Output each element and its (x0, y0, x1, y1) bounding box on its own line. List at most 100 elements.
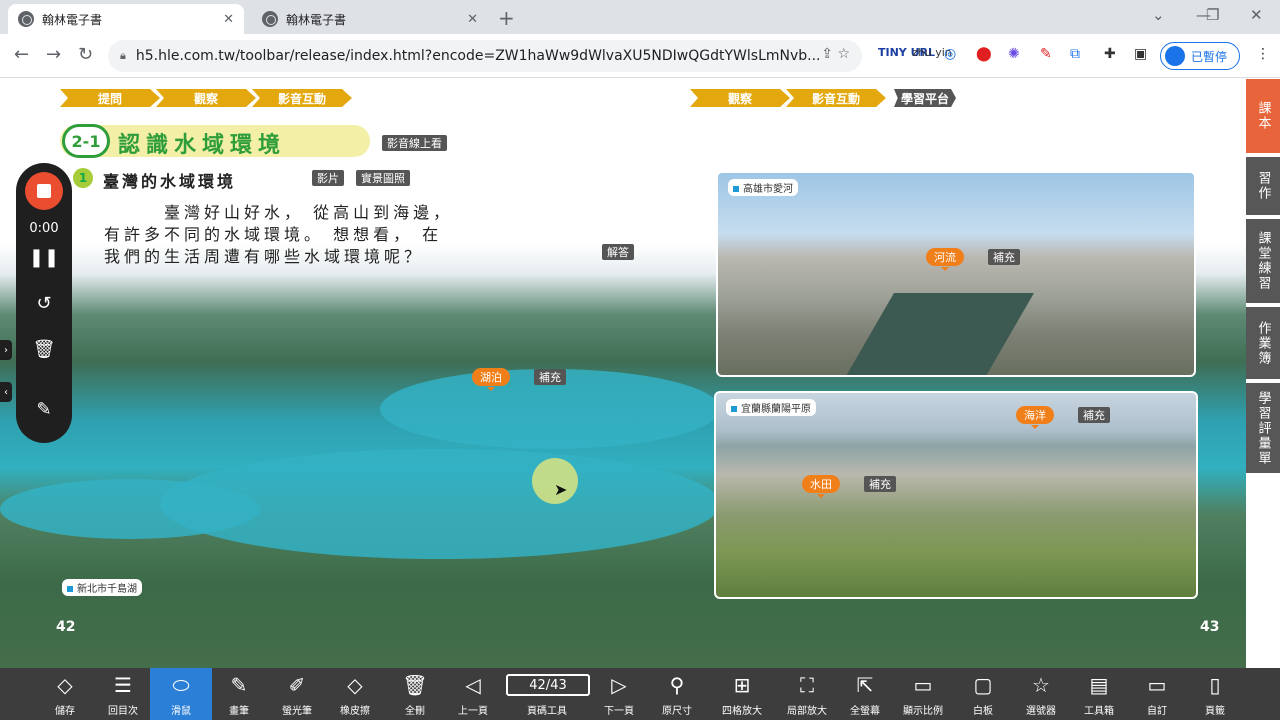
number-picker-button[interactable]: ☆ 選號器 (1010, 668, 1072, 720)
mouse-pointer-icon: ➤ (554, 480, 568, 499)
display-ratio-button[interactable]: ▭ 顯示比例 (892, 668, 954, 720)
video-tag[interactable]: 影片 (312, 170, 344, 186)
tab-title: 翰林電子書 (286, 12, 347, 27)
original-size-button[interactable]: ⚲ 原尺寸 (646, 668, 708, 720)
collapse-arrow-icon[interactable]: ‹ (0, 382, 12, 402)
nav-observe[interactable]: 觀察 (156, 89, 256, 107)
forward-arrow-icon[interactable]: → (46, 44, 61, 65)
monitor-icon: ▭ (913, 673, 933, 697)
restart-icon[interactable]: ↺ (16, 293, 72, 314)
bookmark-tab-button[interactable]: ▯ 頁籤 (1184, 668, 1246, 720)
new-tab-button[interactable]: + (498, 6, 515, 30)
lesson-video-tag[interactable]: 影音線上看 (382, 135, 447, 151)
section-title: 臺灣的水域環境 (103, 172, 237, 191)
share-star-icons[interactable]: ⇪ ☆ (821, 46, 850, 62)
side-tab-homework[interactable]: 作業簿 (1246, 307, 1280, 379)
lesson-title: 認識水域環境 (118, 133, 287, 158)
ocean-supplement-tag[interactable]: 補充 (1078, 407, 1110, 423)
browser-tab-strip: 翰林電子書 ✕ 翰林電子書 ✕ + ⌄ — ❐ ✕ (0, 0, 1280, 34)
next-page-button[interactable]: ▷ 下一頁 (588, 668, 650, 720)
nav-observe-right[interactable]: 觀察 (690, 89, 790, 107)
nav-media[interactable]: 影音互動 (252, 89, 352, 107)
prev-page-button[interactable]: ◁ 上一頁 (442, 668, 504, 720)
close-tab-icon[interactable]: ✕ (467, 12, 478, 27)
profile-button[interactable]: 已暫停 (1160, 42, 1240, 70)
highlighter-icon: ✐ (288, 673, 306, 697)
lake-pin[interactable]: 湖泊 (472, 368, 510, 391)
browser-tab-2[interactable]: 翰林電子書 ✕ (252, 4, 488, 34)
avatar (1165, 46, 1185, 66)
lake-supplement-tag[interactable]: 補充 (534, 369, 566, 385)
recording-time: 0:00 (29, 221, 59, 236)
nav-question[interactable]: 提問 (60, 89, 160, 107)
address-bar[interactable]: 🔒︎ h5.hle.com.tw/toolbar/release/index.h… (108, 40, 862, 72)
four-grid-zoom-button[interactable]: ⊞ 四格放大 (704, 668, 780, 720)
paddy-pin[interactable]: 水田 (802, 475, 840, 498)
lesson-number: 2-1 (62, 124, 110, 158)
bookmark-icon: ▯ (1209, 673, 1221, 697)
pen-tool-button[interactable]: ✎ 畫筆 (208, 668, 270, 720)
toolbox-button[interactable]: ▤ 工具箱 (1068, 668, 1130, 720)
list-icon: ☰ (114, 673, 132, 697)
star-icon: ☆ (1032, 673, 1050, 697)
lock-icon: 🔒︎ (120, 49, 126, 62)
custom-button[interactable]: ▭ 自訂 (1126, 668, 1188, 720)
restore-icon[interactable]: ❐ (1206, 6, 1219, 24)
pen-icon[interactable]: ✎ (16, 399, 72, 420)
mouse-icon: ⬭ (172, 673, 190, 697)
nav-media-right[interactable]: 影音互動 (786, 89, 886, 107)
circle-extension-icon[interactable]: ◎ (944, 46, 956, 62)
sidebar-icon[interactable]: ▣ (1134, 46, 1147, 62)
ocean-pin[interactable]: 海洋 (1016, 406, 1054, 429)
side-tab-class-practice[interactable]: 課堂練習 (1246, 219, 1280, 303)
mouse-tool-button[interactable]: ⬭ 滑鼠 (150, 668, 212, 720)
trash-icon[interactable]: 🗑︎ (16, 339, 72, 360)
opera-extension-icon[interactable]: ⬤ (976, 46, 992, 62)
translate-extension-icon[interactable]: ⧉ (1070, 46, 1080, 62)
toc-button[interactable]: ☰ 回目次 (92, 668, 154, 720)
expand-arrow-icon[interactable]: › (0, 340, 12, 360)
chevron-down-icon[interactable]: ⌄ (1152, 6, 1165, 24)
ebook-page-spread: 提問 觀察 影音互動 觀察 影音互動 學習平台 2-1 認識水域環境 影音線上看… (0, 79, 1246, 668)
ebook-toolbar: ◇ 儲存 ☰ 回目次 ⬭ 滑鼠 ✎ 畫筆 ✐ 螢光筆 ◇ 橡皮擦 🗑︎ 全刪 ◁ 上一頁 42/… (0, 668, 1280, 720)
profile-label: 已暫停 (1191, 49, 1228, 64)
eraser-shape-icon: ◇ (57, 673, 73, 697)
reload-icon[interactable]: ↻ (78, 44, 93, 65)
highlighter-button[interactable]: ✐ 螢光筆 (266, 668, 328, 720)
close-window-icon[interactable]: ✕ (1250, 6, 1263, 24)
side-tab-assessment[interactable]: 學習評量單 (1246, 383, 1280, 473)
paragraph-line: 我們的生活周遭有哪些水域環境呢？ (104, 247, 425, 266)
stop-recording-button[interactable] (25, 172, 63, 210)
side-tab-textbook[interactable]: 課本 (1246, 79, 1280, 153)
page-number-left: 42 (56, 619, 76, 635)
save-button[interactable]: ◇ 儲存 (34, 668, 96, 720)
close-tab-icon[interactable]: ✕ (223, 12, 234, 27)
browser-tab-1[interactable]: 翰林電子書 ✕ (8, 4, 244, 34)
photo-kaohsiung[interactable]: 高雄市愛河 (716, 171, 1196, 377)
page-number-right: 43 (1200, 619, 1220, 635)
whiteboard-button[interactable]: ▢ 白板 (952, 668, 1014, 720)
back-arrow-icon[interactable]: ← (14, 44, 29, 65)
paddy-supplement-tag[interactable]: 補充 (864, 476, 896, 492)
photo-yilan[interactable]: 宜蘭縣蘭陽平原 (714, 391, 1198, 599)
learning-platform-tag[interactable]: 學習平台 (894, 89, 956, 107)
spark-extension-icon[interactable]: ✺ (1008, 46, 1020, 62)
photo-tag[interactable]: 實景圖照 (356, 170, 410, 186)
eraser-icon: ◇ (347, 673, 363, 697)
partial-zoom-button[interactable]: ⛶ 局部放大 (776, 668, 838, 720)
pen-extension-icon[interactable]: ✎ (1040, 46, 1052, 62)
clear-all-button[interactable]: 🗑︎ 全刪 (384, 668, 446, 720)
answer-tag[interactable]: 解答 (602, 244, 634, 260)
pause-icon[interactable]: ❚❚ (16, 247, 72, 268)
more-menu-icon[interactable]: ⋮ (1256, 46, 1270, 62)
page-tool-button[interactable]: 頁碼工具 (516, 686, 578, 720)
fullscreen-button[interactable]: ⇱ 全螢幕 (834, 668, 896, 720)
river-pin[interactable]: 河流 (926, 248, 964, 271)
eraser-button[interactable]: ◇ 橡皮擦 (324, 668, 386, 720)
river-supplement-tag[interactable]: 補充 (988, 249, 1020, 265)
section-number: 1 (73, 168, 93, 188)
side-tab-workbook[interactable]: 習作 (1246, 157, 1280, 215)
whiteboard-icon: ▢ (973, 673, 993, 697)
paragraph-line: 有許多不同的水域環境。 想想看， 在 (104, 225, 443, 244)
puzzle-icon[interactable]: ✚ (1104, 46, 1116, 62)
